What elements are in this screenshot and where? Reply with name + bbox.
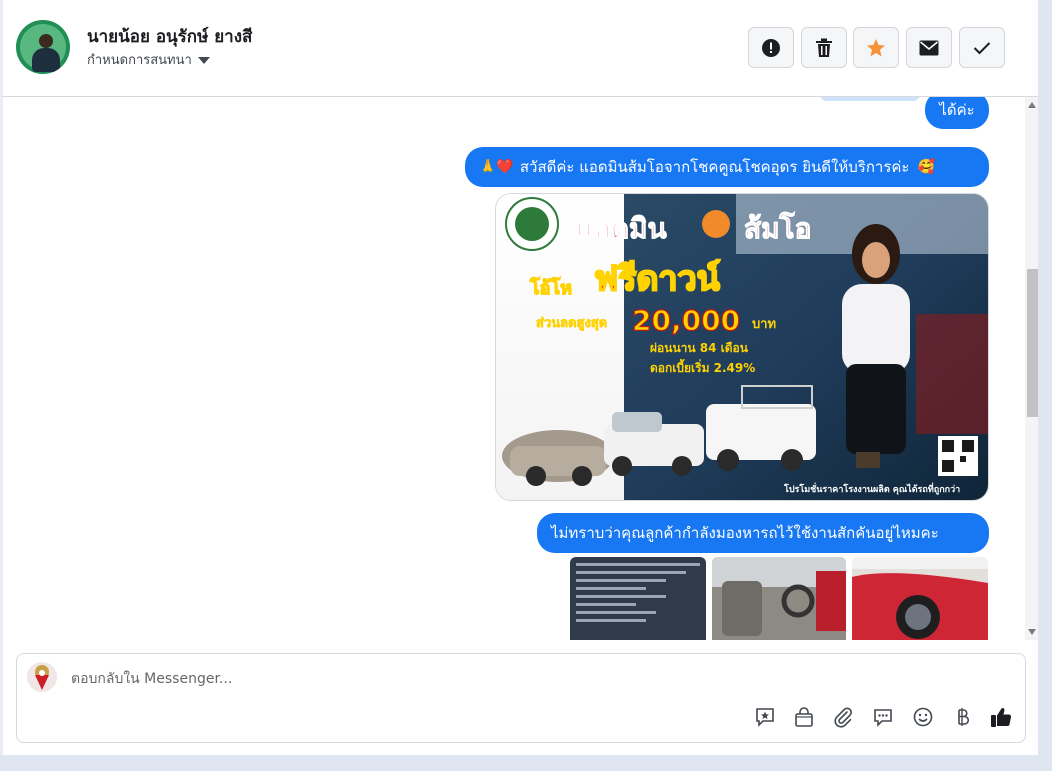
- conversation-header: นายน้อย อนุรักษ์ ยางสี กำหนดการสนทนา: [3, 0, 1038, 97]
- chat-icon: [874, 709, 892, 727]
- assign-label: กำหนดการสนทนา: [87, 53, 192, 68]
- check-icon: [973, 41, 991, 54]
- chat-button[interactable]: [870, 704, 896, 730]
- mark-done-button[interactable]: [959, 27, 1005, 68]
- assign-conversation-dropdown[interactable]: กำหนดการสนทนา: [87, 49, 210, 70]
- message-text: ได้ค่ะ: [939, 101, 975, 119]
- promo-discount-unit: บาท: [752, 317, 776, 332]
- mark-unread-button[interactable]: [906, 27, 952, 68]
- delete-button[interactable]: [801, 27, 847, 68]
- svg-text:ส้มโอ: ส้มโอ: [744, 211, 811, 245]
- scroll-up-icon[interactable]: [1028, 102, 1036, 108]
- window-edge: [1038, 0, 1052, 771]
- message-text: ไม่ทราบว่าคุณลูกค้ากำลังมองหารถไว้ใช้งาน…: [551, 524, 939, 542]
- promo-image[interactable]: แอดมิน ส้มโอ โอ้โห ฟรีดาวน์ ส่วนลดสูงสุด…: [495, 193, 989, 501]
- emoji-icon: [913, 707, 933, 727]
- shop-bag-icon: [795, 707, 813, 727]
- svg-text:20,000: 20,000: [632, 304, 740, 337]
- message-bubble[interactable]: ไม่ทราบว่าคุณลูกค้ากำลังมองหารถไว้ใช้งาน…: [537, 513, 989, 553]
- image-attachment-document[interactable]: [570, 557, 706, 640]
- spam-icon: [762, 38, 780, 57]
- page-avatar: [27, 662, 57, 692]
- payment-button[interactable]: [950, 704, 976, 730]
- emoji-prefix: 🙏❤️: [479, 159, 514, 175]
- conversation-panel: นายน้อย อนุรักษ์ ยางสี กำหนดการสนทนา ได้…: [3, 0, 1038, 755]
- svg-text:ฟรีดาวน์: ฟรีดาวน์: [594, 259, 720, 299]
- contact-name[interactable]: นายน้อย อนุรักษ์ ยางสี: [87, 23, 252, 50]
- window-edge-bottom: [0, 755, 1052, 771]
- message-bubble[interactable]: ได้ค่ะ: [925, 97, 989, 129]
- emoji-button[interactable]: [910, 704, 936, 730]
- reply-composer: [16, 653, 1026, 743]
- promo-title-2: ส้มโอ: [744, 211, 811, 245]
- svg-text:ผ่อนนาน 84 เดือน: ผ่อนนาน 84 เดือน: [650, 341, 749, 355]
- mark-spam-button[interactable]: [748, 27, 794, 68]
- promo-rate: ดอกเบี้ยเริ่ม 2.49%: [650, 358, 755, 375]
- reply-input[interactable]: [71, 668, 771, 690]
- shop-button[interactable]: [791, 704, 817, 730]
- svg-text:ดอกเบี้ยเริ่ม 2.49%: ดอกเบี้ยเริ่ม 2.49%: [650, 358, 755, 375]
- scroll-thumb[interactable]: [1027, 269, 1038, 417]
- promo-term: ผ่อนนาน 84 เดือน: [650, 341, 749, 355]
- promo-title: แอดมิน: [576, 212, 667, 245]
- scroll-down-icon[interactable]: [1028, 629, 1036, 635]
- message-text: สวัสดีค่ะ แอดมินส้มโอจากโชคคูณโชคอุดร ยิ…: [519, 158, 910, 176]
- star-icon: [867, 38, 885, 56]
- svg-text:ส่วนลดสูงสุด: ส่วนลดสูงสุด: [536, 316, 607, 331]
- like-icon: [991, 708, 1012, 727]
- saved-replies-button[interactable]: [752, 704, 778, 730]
- message-scrollbar[interactable]: [1025, 97, 1038, 640]
- attach-button[interactable]: [830, 704, 856, 730]
- caret-down-icon: [197, 57, 210, 64]
- attach-icon: [834, 707, 852, 728]
- message-list[interactable]: ได้ค่ะ 🙏❤️ สวัสดีค่ะ แอดมินส้มโอจากโชคคู…: [3, 97, 1022, 640]
- contact-avatar[interactable]: [16, 20, 70, 74]
- star-button[interactable]: [853, 27, 899, 68]
- baht-icon: [958, 708, 970, 726]
- promo-headline: ฟรีดาวน์: [594, 259, 720, 299]
- promo-discount-label: ส่วนลดสูงสุด: [536, 316, 607, 331]
- promo-discount-amount: 20,000: [632, 304, 740, 337]
- saved-reply-icon: [756, 708, 774, 727]
- promo-tag: โอ้โห: [529, 277, 572, 299]
- svg-text:โอ้โห: โอ้โห: [529, 277, 572, 299]
- svg-text:แอดมิน: แอดมิน: [576, 212, 667, 245]
- emoji-suffix: 🥰: [917, 159, 935, 175]
- image-attachment-exterior[interactable]: [852, 557, 988, 640]
- trash-icon: [816, 38, 832, 57]
- mail-icon: [919, 40, 939, 55]
- partial-message-bubble: [820, 97, 920, 101]
- svg-text:บาท: บาท: [752, 317, 776, 332]
- image-attachment-interior[interactable]: [712, 557, 846, 640]
- message-bubble[interactable]: 🙏❤️ สวัสดีค่ะ แอดมินส้มโอจากโชคคูณโชคอุด…: [465, 147, 989, 187]
- like-button[interactable]: [988, 704, 1014, 730]
